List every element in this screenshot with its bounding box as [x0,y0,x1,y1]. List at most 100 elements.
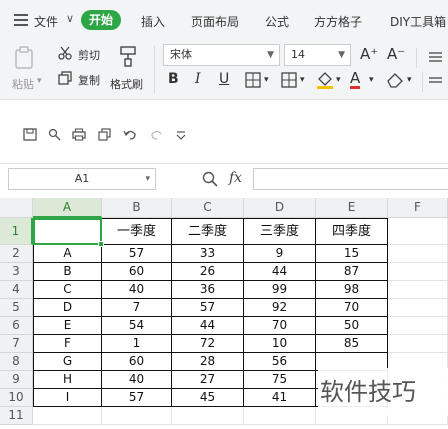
cell-b8[interactable]: 60 [102,353,172,371]
column-header-c[interactable]: C [172,198,244,218]
borders-icon[interactable] [245,72,261,88]
font-size-select[interactable]: 14 ▼ [284,44,351,66]
cell-d2[interactable]: 9 [244,245,316,263]
paste-chevron-icon[interactable]: ▾ [37,76,42,86]
row-header-10[interactable]: 10 [0,389,33,407]
cell-d1[interactable]: 三季度 [244,218,316,245]
cell-c4[interactable]: 36 [172,281,244,299]
column-header-d[interactable]: D [244,198,316,218]
chevron-down-icon[interactable]: ▾ [264,75,269,85]
row-header-7[interactable]: 7 [0,335,33,353]
cell-b6[interactable]: 54 [102,317,172,335]
shrink-font-button[interactable]: A⁻ [387,45,405,63]
cell-a6[interactable]: E [33,317,102,335]
cell-c5[interactable]: 57 [172,299,244,317]
redo-icon[interactable] [150,128,164,141]
cell-a2[interactable]: A [33,245,102,263]
cell-f2[interactable] [388,245,448,263]
font-color-button[interactable]: A [350,70,361,89]
paste-icon[interactable] [14,46,34,70]
name-box[interactable]: A1 ▾ [8,168,156,190]
cell-d5[interactable]: 92 [244,299,316,317]
cell-b7[interactable]: 1 [102,335,172,353]
cell-c2[interactable]: 33 [172,245,244,263]
cell-c7[interactable]: 72 [172,335,244,353]
cell-a4[interactable]: C [33,281,102,299]
eraser-icon[interactable] [386,72,404,88]
select-all-corner[interactable] [0,198,33,218]
column-header-a[interactable]: A [33,198,102,218]
cell-e1[interactable]: 四季度 [316,218,388,245]
cell-c11[interactable] [172,407,244,425]
grow-font-button[interactable]: A⁺ [360,45,378,63]
italic-button[interactable]: I [195,71,201,87]
cut-button[interactable]: 剪切 [78,47,100,63]
cell-a11[interactable] [33,407,102,425]
format-painter-button[interactable]: 格式刷 [110,76,143,92]
row-header-6[interactable]: 6 [0,317,33,335]
chevron-down-icon[interactable]: ▾ [336,75,341,85]
bold-button[interactable]: B [168,71,179,87]
row-header-11[interactable]: 11 [0,407,33,425]
cell-d9[interactable]: 75 [244,371,316,389]
tab-insert[interactable]: 插入 [141,13,165,30]
row-header-1[interactable]: 1 [0,218,33,245]
print-preview-icon[interactable] [48,128,62,141]
cell-b11[interactable] [102,407,172,425]
row-header-5[interactable]: 5 [0,299,33,317]
zoom-search-icon[interactable] [202,171,218,187]
row-header-2[interactable]: 2 [0,245,33,263]
column-header-f[interactable]: F [388,198,448,218]
row-header-9[interactable]: 9 [0,371,33,389]
row-header-4[interactable]: 4 [0,281,33,299]
row-header-3[interactable]: 3 [0,263,33,281]
cell-b2[interactable]: 57 [102,245,172,263]
formula-input[interactable] [253,168,448,190]
chevron-down-icon[interactable]: ▾ [369,75,374,85]
cell-e7[interactable]: 85 [316,335,388,353]
cell-d7[interactable]: 10 [244,335,316,353]
chevron-down-icon[interactable]: ▾ [300,75,305,85]
align-icon[interactable] [428,76,442,88]
cell-e3[interactable]: 87 [316,263,388,281]
paste-button-label[interactable]: 粘贴 [12,76,34,92]
cell-b10[interactable]: 57 [102,389,172,407]
cell-c10[interactable]: 45 [172,389,244,407]
save-icon[interactable] [23,128,37,141]
chevron-down-icon[interactable]: ∨ [66,12,74,25]
tab-fangfang-grid[interactable]: 方方格子 [314,13,362,30]
copy-icon[interactable] [98,128,112,141]
cell-a9[interactable]: H [33,371,102,389]
hamburger-menu-icon[interactable] [14,14,28,26]
tab-page-layout[interactable]: 页面布局 [191,13,239,30]
cell-e5[interactable]: 70 [316,299,388,317]
tab-diy-toolbox[interactable]: DIY工具箱 [390,13,446,30]
cell-f5[interactable] [388,299,448,317]
cell-f6[interactable] [388,317,448,335]
cell-a3[interactable]: B [33,263,102,281]
cell-f7[interactable] [388,335,448,353]
cell-d8[interactable]: 56 [244,353,316,371]
fill-handle[interactable] [98,241,104,247]
cell-c9[interactable]: 27 [172,371,244,389]
tab-formulas[interactable]: 公式 [265,13,289,30]
underline-button[interactable]: U [219,71,229,87]
cell-b3[interactable]: 60 [102,263,172,281]
cell-a8[interactable]: G [33,353,102,371]
format-painter-icon[interactable] [118,45,138,67]
fx-insert-function-button[interactable]: fx [229,170,242,186]
clear-format-icon[interactable] [428,50,442,64]
cell-c1[interactable]: 二季度 [172,218,244,245]
column-header-e[interactable]: E [316,198,388,218]
cell-b5[interactable]: 7 [102,299,172,317]
chevron-down-icon[interactable]: ▾ [407,75,412,85]
merge-cells-icon[interactable] [281,72,297,88]
cell-b4[interactable]: 40 [102,281,172,299]
cell-d11[interactable] [244,407,316,425]
cell-c3[interactable]: 26 [172,263,244,281]
cell-c6[interactable]: 44 [172,317,244,335]
cell-f4[interactable] [388,281,448,299]
cell-a10[interactable]: I [33,389,102,407]
fill-color-icon[interactable] [316,71,334,89]
cell-e2[interactable]: 15 [316,245,388,263]
